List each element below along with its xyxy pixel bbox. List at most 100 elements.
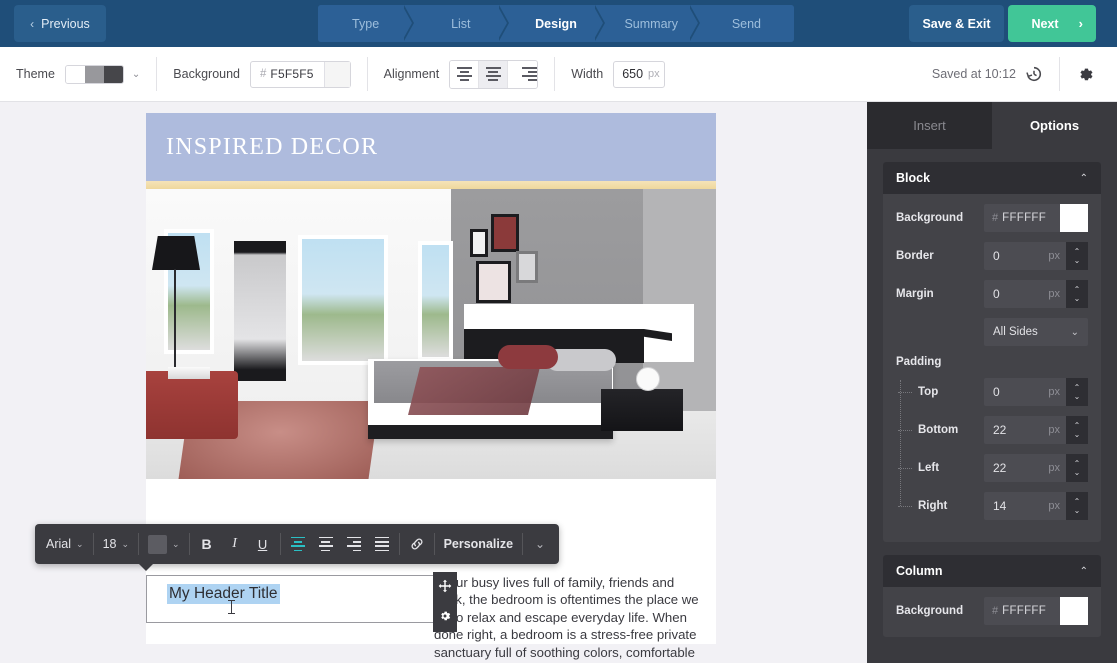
theme-swatch-mid[interactable] bbox=[84, 65, 104, 83]
align-center-button[interactable] bbox=[312, 529, 340, 559]
save-and-exit-button[interactable]: Save & Exit bbox=[909, 5, 1004, 42]
block-background-hex-value: FFFFFF bbox=[1002, 212, 1047, 224]
padding-bottom-stepper[interactable]: ⌃ ⌄ bbox=[1066, 416, 1088, 444]
body-paragraph[interactable]: In our busy lives full of family, friend… bbox=[434, 574, 704, 663]
step-summary[interactable]: Summary bbox=[603, 5, 701, 42]
block-margin-value: 0 bbox=[993, 287, 1000, 301]
block-margin-sides-row: All Sides ⌄ bbox=[896, 318, 1088, 346]
stepper-up-icon[interactable]: ⌃ bbox=[1074, 285, 1081, 293]
text-color-swatch[interactable] bbox=[148, 534, 168, 554]
theme-swatch-dark[interactable] bbox=[103, 65, 123, 83]
next-button[interactable]: Next › bbox=[1008, 5, 1096, 42]
font-size-dropdown[interactable]: 18 ⌄ bbox=[97, 529, 135, 559]
align-left-button[interactable] bbox=[284, 529, 312, 559]
stepper-down-icon[interactable]: ⌄ bbox=[1074, 256, 1081, 264]
banner-title: INSPIRED DECOR bbox=[166, 133, 379, 160]
block-border-input[interactable]: 0 px ⌃ ⌄ bbox=[984, 242, 1088, 270]
background-group: Background # F5F5F5 bbox=[157, 47, 366, 102]
align-right-button[interactable] bbox=[340, 529, 368, 559]
background-hex-input[interactable]: # F5F5F5 bbox=[250, 60, 351, 88]
padding-top-stepper[interactable]: ⌃ ⌄ bbox=[1066, 378, 1088, 406]
personalize-button[interactable]: Personalize bbox=[438, 529, 519, 559]
stepper-up-icon[interactable]: ⌃ bbox=[1074, 459, 1081, 467]
photo-books bbox=[168, 367, 210, 379]
settings-group bbox=[1060, 47, 1117, 102]
step-send[interactable]: Send bbox=[698, 5, 794, 42]
step-list[interactable]: List bbox=[413, 5, 510, 42]
step-design[interactable]: Design bbox=[508, 5, 605, 42]
chevron-down-icon: ⌄ bbox=[1070, 326, 1079, 338]
padding-top-input[interactable]: 0 px ⌃ ⌄ bbox=[984, 378, 1088, 406]
text-cursor-icon bbox=[228, 600, 235, 614]
stepper-down-icon[interactable]: ⌄ bbox=[1074, 294, 1081, 302]
photo-clock bbox=[636, 367, 660, 391]
chevron-down-icon: ⌄ bbox=[535, 537, 546, 551]
theme-swatch-light[interactable] bbox=[65, 65, 85, 83]
text-color-picker[interactable]: ⌄ bbox=[142, 529, 186, 559]
theme-swatch-picker[interactable] bbox=[64, 64, 124, 84]
italic-button[interactable]: I bbox=[221, 529, 249, 559]
stepper-down-icon[interactable]: ⌄ bbox=[1074, 468, 1081, 476]
stepper-down-icon[interactable]: ⌄ bbox=[1074, 392, 1081, 400]
previous-button[interactable]: ‹ Previous bbox=[14, 5, 106, 42]
stepper-down-icon[interactable]: ⌄ bbox=[1074, 430, 1081, 438]
width-input[interactable]: 650 px bbox=[613, 60, 666, 88]
bold-button[interactable]: B bbox=[193, 529, 221, 559]
block-margin-stepper[interactable]: ⌃ ⌄ bbox=[1066, 280, 1088, 308]
format-divider bbox=[522, 533, 524, 555]
font-family-dropdown[interactable]: Arial ⌄ bbox=[40, 529, 90, 559]
link-icon bbox=[411, 538, 423, 550]
bedroom-photo[interactable] bbox=[146, 189, 716, 479]
block-margin-row: Margin 0 px ⌃ ⌄ bbox=[896, 280, 1088, 308]
column-background-color-swatch[interactable] bbox=[1060, 597, 1088, 625]
gear-icon[interactable] bbox=[1076, 65, 1095, 84]
step-type[interactable]: Type bbox=[318, 5, 415, 42]
padding-top-label: Top bbox=[896, 386, 984, 398]
section-block-header[interactable]: Block ⌃ bbox=[883, 162, 1101, 194]
background-color-swatch[interactable] bbox=[323, 61, 350, 87]
design-toolbar: Theme ⌄ Background # F5F5F5 Alignment Wi… bbox=[0, 47, 1117, 102]
margin-sides-dropdown[interactable]: All Sides ⌄ bbox=[984, 318, 1088, 346]
padding-bottom-input[interactable]: 22 px ⌃ ⌄ bbox=[984, 416, 1088, 444]
format-divider bbox=[188, 533, 190, 555]
stepper-up-icon[interactable]: ⌃ bbox=[1074, 383, 1081, 391]
padding-left-input[interactable]: 22 px ⌃ ⌄ bbox=[984, 454, 1088, 482]
width-group: Width 650 px bbox=[555, 47, 681, 102]
align-left-button[interactable] bbox=[450, 60, 480, 88]
email-document: INSPIRED DECOR bbox=[146, 113, 716, 644]
stepper-up-icon[interactable]: ⌃ bbox=[1074, 421, 1081, 429]
move-handle-icon[interactable] bbox=[438, 579, 452, 595]
stepper-down-icon[interactable]: ⌄ bbox=[1074, 506, 1081, 514]
padding-right-stepper[interactable]: ⌃ ⌄ bbox=[1066, 492, 1088, 520]
padding-left-row: Left 22 px ⌃ ⌄ bbox=[896, 454, 1088, 482]
align-center-button[interactable] bbox=[479, 60, 509, 88]
column-background-hex-input[interactable]: # FFFFFF bbox=[984, 597, 1088, 625]
link-button[interactable] bbox=[403, 529, 431, 559]
email-banner[interactable]: INSPIRED DECOR bbox=[146, 113, 716, 181]
section-block-body: Background # FFFFFF Border 0 px ⌃ ⌄ Marg… bbox=[883, 194, 1101, 542]
padding-right-input[interactable]: 14 px ⌃ ⌄ bbox=[984, 492, 1088, 520]
block-border-stepper[interactable]: ⌃ ⌄ bbox=[1066, 242, 1088, 270]
more-options-button[interactable]: ⌄ bbox=[526, 529, 554, 559]
stepper-up-icon[interactable]: ⌃ bbox=[1074, 247, 1081, 255]
block-background-color-swatch[interactable] bbox=[1060, 204, 1088, 232]
history-icon[interactable] bbox=[1025, 65, 1043, 83]
align-justify-button[interactable] bbox=[368, 529, 396, 559]
stepper-up-icon[interactable]: ⌃ bbox=[1074, 497, 1081, 505]
padding-left-stepper[interactable]: ⌃ ⌄ bbox=[1066, 454, 1088, 482]
theme-dropdown-caret-icon[interactable]: ⌄ bbox=[132, 69, 140, 80]
align-right-button[interactable] bbox=[508, 60, 538, 88]
column-background-row: Background # FFFFFF bbox=[896, 597, 1088, 625]
section-column-header[interactable]: Column ⌃ bbox=[883, 555, 1101, 587]
unit-label: px bbox=[1048, 288, 1060, 300]
underline-button[interactable]: U bbox=[249, 529, 277, 559]
block-background-hex-input[interactable]: # FFFFFF bbox=[984, 204, 1088, 232]
block-margin-input[interactable]: 0 px ⌃ ⌄ bbox=[984, 280, 1088, 308]
photo-window bbox=[298, 235, 388, 365]
header-text-editor[interactable]: My Header Title bbox=[146, 575, 446, 623]
next-button-label: Next bbox=[1031, 16, 1059, 31]
tab-options[interactable]: Options bbox=[992, 102, 1117, 149]
header-title-text[interactable]: My Header Title bbox=[167, 584, 280, 604]
gear-icon[interactable] bbox=[438, 609, 452, 625]
tab-insert[interactable]: Insert bbox=[867, 102, 992, 149]
